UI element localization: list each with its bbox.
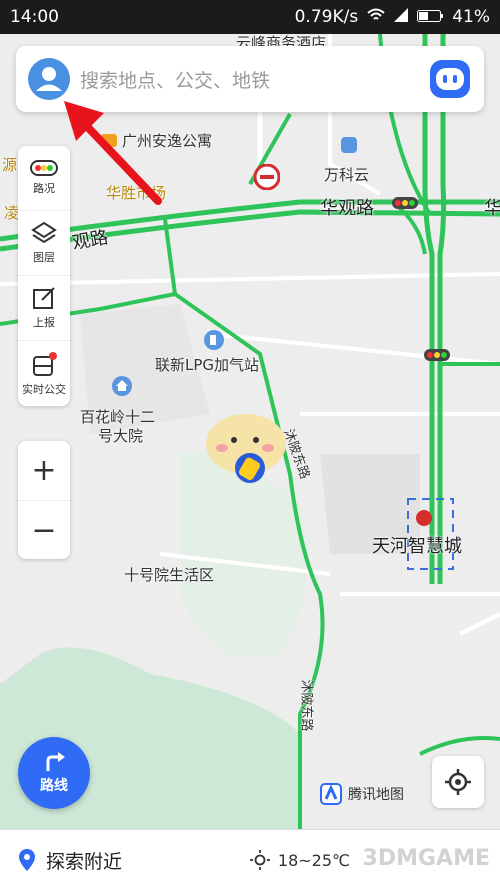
report-button[interactable]: 上报: [18, 276, 70, 341]
map-label-wanke: 万科云: [324, 166, 370, 184]
realtime-bus-button[interactable]: 实时公交: [18, 341, 70, 406]
map-label-right-cut: 华: [484, 198, 500, 219]
map-label-mubei-road-2: 沐陂东路: [298, 679, 314, 732]
temperature: 18~25℃: [277, 850, 350, 870]
layers-button[interactable]: 图层: [18, 211, 70, 276]
locate-button[interactable]: [432, 756, 484, 808]
avatar[interactable]: [28, 58, 70, 100]
battery-level: 41%: [452, 7, 490, 27]
bus-icon: [33, 351, 57, 376]
edit-report-icon: [33, 287, 55, 309]
gas-station-icon[interactable]: [204, 330, 224, 354]
realtime-bus-label: 实时公交: [22, 382, 66, 396]
explore-nearby-button[interactable]: 探索附近: [18, 847, 250, 874]
route-button[interactable]: 路线: [18, 737, 90, 809]
search-input[interactable]: 搜索地点、公交、地铁: [80, 66, 270, 93]
building-icon[interactable]: [340, 136, 358, 158]
battery-icon: [417, 7, 444, 27]
route-label: 路线: [40, 778, 68, 794]
report-label: 上报: [33, 316, 55, 329]
explore-nearby-label: 探索附近: [46, 850, 123, 873]
map-label-tianhe: 天河智慧城: [372, 536, 462, 557]
crosshair-icon: [445, 769, 471, 795]
assistant-button[interactable]: [430, 60, 470, 98]
watermark: 3DMGAME: [362, 846, 490, 871]
zoom-in-button[interactable]: +: [18, 441, 70, 501]
status-bar: 14:00 0.79K/s 41%: [0, 0, 500, 34]
traffic-light-icon: [424, 346, 450, 365]
network-speed: 0.79K/s: [294, 7, 359, 27]
map-label-huaguan-road: 华观路: [320, 198, 374, 219]
status-time: 14:00: [10, 7, 59, 27]
map-label-baihualing: 百花岭十二: [80, 408, 156, 426]
annotation-arrow-icon: [64, 101, 162, 205]
tencent-map-logo: 腾讯地图: [320, 783, 404, 805]
user-icon: [36, 67, 62, 91]
layers-label: 图层: [33, 251, 55, 264]
sun-icon: [249, 850, 270, 870]
user-location-icon[interactable]: [198, 406, 302, 500]
map-label-left-2: 凌: [4, 204, 20, 222]
home-icon[interactable]: [112, 376, 132, 400]
robot-icon: [436, 68, 464, 90]
traffic-label: 路况: [33, 182, 55, 195]
zoom-out-button[interactable]: −: [18, 501, 70, 560]
location-pin-icon: [19, 849, 35, 871]
layers-icon: [31, 221, 57, 244]
tencent-map-icon: [320, 783, 342, 805]
zoom-control: + −: [18, 441, 70, 559]
weather-widget[interactable]: 18~25℃: [249, 850, 350, 870]
traffic-light-icon: [30, 160, 58, 176]
map-label-left-1: 源: [2, 156, 18, 174]
map-label-shipai: 十号院生活区: [124, 566, 215, 584]
logo-text: 腾讯地图: [348, 787, 404, 803]
map-label-lpg-station: 联新LPG加气站: [155, 356, 260, 374]
no-entry-icon: [253, 163, 281, 194]
signal-icon: [394, 7, 409, 27]
traffic-light-icon: [392, 194, 418, 213]
map-label-baihualing-2: 号大院: [98, 427, 144, 445]
wifi-icon: [367, 7, 385, 27]
turn-right-arrow-icon: [46, 752, 65, 771]
